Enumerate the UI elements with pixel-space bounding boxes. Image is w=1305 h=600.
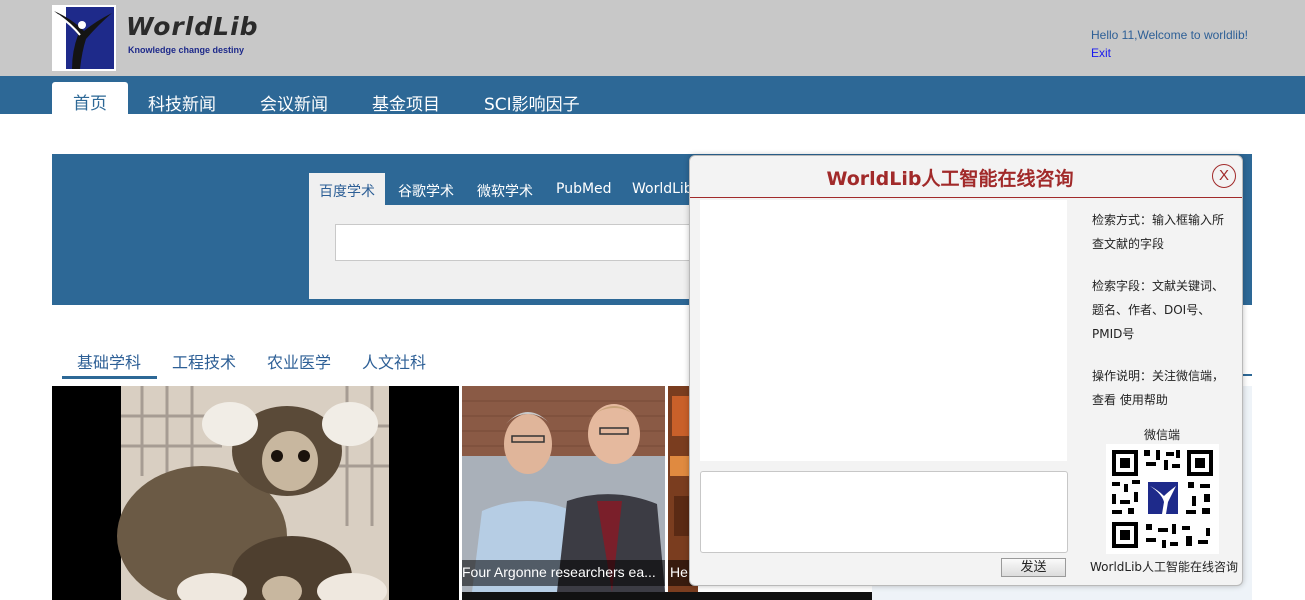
chat-title: WorldLib人工智能在线咨询 — [826, 168, 1074, 190]
help-search-fields: 检索字段：文献关键词、题名、作者、DOI号、PMID号 — [1092, 279, 1225, 341]
search-input[interactable] — [335, 224, 694, 261]
chat-divider — [690, 197, 1242, 198]
search-tab-baidu-scholar-label: 百度学术 — [319, 184, 375, 200]
help-operation: 操作说明：关注微信端，查看 使用帮助 — [1092, 369, 1225, 407]
logo-tagline: Knowledge change destiny — [128, 45, 245, 55]
chat-message-area[interactable] — [700, 200, 1067, 461]
search-tab-microsoft-academic[interactable]: 微软学术 — [477, 181, 533, 201]
qr-code-icon — [1106, 444, 1219, 554]
news-caption[interactable]: Four Argonne researchers ea... — [462, 560, 665, 586]
worldlib-logo-icon[interactable] — [52, 5, 116, 71]
news-bottom-strip — [462, 592, 872, 600]
main-nav: 科技新闻 会议新闻 基金项目 SCI影响因子 — [0, 76, 1305, 115]
help-search-method: 检索方式：输入框输入所查文献的字段 — [1092, 213, 1225, 251]
chat-input[interactable] — [700, 471, 1068, 553]
nav-item-fund-projects[interactable]: 基金项目 — [372, 90, 440, 115]
search-tab-google-scholar[interactable]: 谷歌学术 — [398, 181, 454, 201]
search-tab-baidu-scholar[interactable]: 百度学术 — [309, 173, 385, 205]
subject-tab-humanities[interactable]: 人文社科 — [362, 349, 426, 373]
subject-tab-basic-sciences[interactable]: 基础学科 — [77, 349, 141, 373]
logo-title: WorldLib — [126, 12, 259, 41]
exit-link[interactable]: Exit — [1091, 46, 1111, 60]
search-tab-pubmed[interactable]: PubMed — [556, 181, 612, 197]
subject-tab-engineering[interactable]: 工程技术 — [172, 349, 236, 373]
subject-tab-agri-medicine[interactable]: 农业医学 — [267, 349, 331, 373]
send-button[interactable]: 发送 — [1001, 558, 1066, 577]
nav-item-home-label: 首页 — [73, 94, 107, 114]
news-image-marmosets[interactable] — [52, 386, 459, 600]
wechat-label: 微信端 — [1144, 428, 1181, 442]
qr-caption: WorldLib人工智能在线咨询 — [1090, 560, 1239, 574]
nav-item-conference-news[interactable]: 会议新闻 — [260, 90, 328, 115]
subject-tab-underline — [62, 376, 157, 379]
ai-chat-dialog: WorldLib人工智能在线咨询 X 发送 检索方式：输入框输入所查文献的字段 … — [689, 155, 1243, 586]
search-tab-worldlib[interactable]: WorldLib — [632, 181, 693, 197]
welcome-text: Hello 11,Welcome to worldlib! — [1091, 28, 1248, 42]
nav-item-home[interactable]: 首页 — [52, 82, 128, 114]
nav-item-sci-impact-factor[interactable]: SCI影响因子 — [484, 90, 580, 115]
search-tab-bar: 谷歌学术 微软学术 PubMed WorldLib — [385, 173, 694, 205]
close-button[interactable]: X — [1212, 164, 1236, 188]
nav-item-tech-news[interactable]: 科技新闻 — [148, 90, 216, 115]
